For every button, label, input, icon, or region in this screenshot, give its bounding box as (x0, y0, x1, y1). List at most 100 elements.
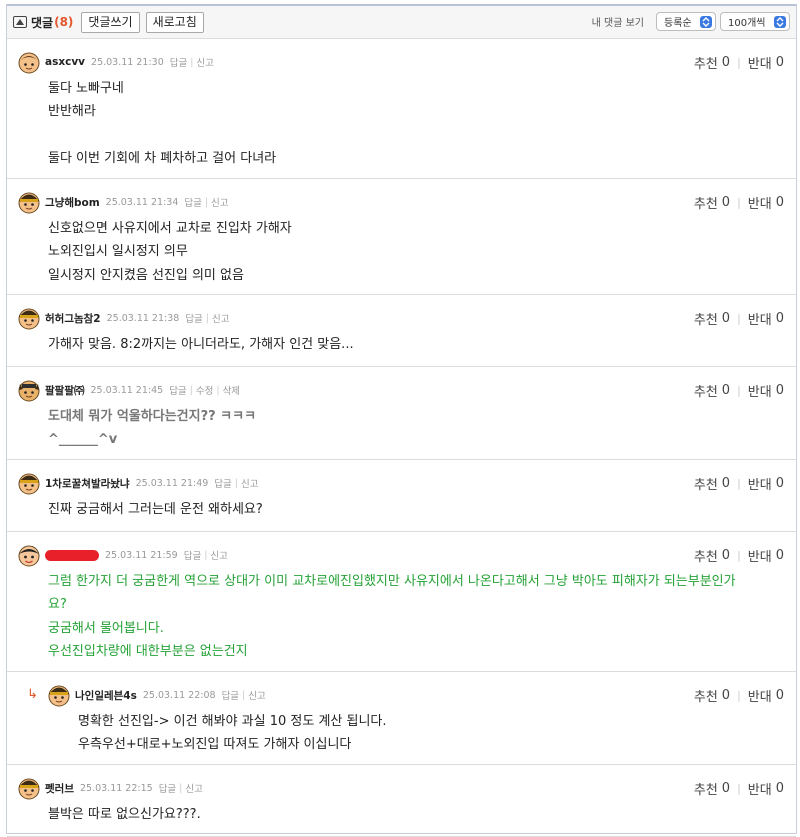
comment-text-line: 반반해라 (48, 104, 96, 120)
vote-box: 추천 0 | 반대 0 (694, 309, 784, 328)
downvote-button[interactable]: 반대 (748, 381, 772, 400)
comment-nickname[interactable]: 펫러브 (45, 781, 74, 796)
comment-header: 허허그놈참2 25.03.11 21:38 답글 | 신고 (17, 306, 229, 330)
comment-header: 나인일레븐4s 25.03.11 22:08 답글 | 신고 (47, 683, 266, 707)
comment-nickname[interactable]: asxcvv (45, 56, 85, 68)
avatar[interactable] (17, 306, 41, 330)
comment-meta: 25.03.11 22:15 답글 | 신고 (79, 781, 203, 796)
downvote-button[interactable]: 반대 (748, 193, 772, 212)
comment-meta: 25.03.11 21:59 답글 | 신고 (105, 548, 228, 563)
write-comment-button[interactable]: 댓글쓰기 (81, 11, 140, 33)
avatar[interactable] (17, 543, 41, 567)
comment-body: 둘다 노빠구네 반반해라 둘다 이번 기회에 차 폐차하고 걸어 다녀라 (48, 77, 276, 171)
sort-select[interactable]: 등록순 (656, 12, 716, 31)
comment-item: 25.03.11 21:59 답글 | 신고 추천 0 | 반대 0 그럼 한가지 더 궁굼한게 … (7, 532, 796, 672)
vote-box: 추천 0 | 반대 0 (694, 193, 784, 212)
downvote-count: 0 (775, 476, 784, 491)
downvote-button[interactable]: 반대 (748, 474, 772, 493)
comment-text-line: 궁굼해서 물어봅니다. (48, 620, 164, 636)
comment-meta: 25.03.11 21:38 답글 | 신고 (107, 311, 230, 326)
comment-body: 진짜 궁금해서 그러는데 운전 왜하세요? (48, 498, 263, 521)
comment-action-1[interactable]: 신고 (248, 688, 265, 702)
comment-action-0[interactable]: 답글 (214, 476, 231, 490)
comment-meta: 25.03.11 21:49 답글 | 신고 (136, 476, 259, 491)
comment-action-0[interactable]: 답글 (184, 548, 201, 562)
select-arrows-icon (700, 15, 712, 28)
avatar[interactable] (17, 378, 41, 402)
upvote-button[interactable]: 추천 (694, 193, 718, 212)
comment-action-0[interactable]: 답글 (170, 55, 187, 69)
comment-text-line: 요? (48, 597, 67, 613)
comment-action-0[interactable]: 답글 (222, 688, 239, 702)
refresh-button[interactable]: 새로고침 (145, 11, 204, 33)
downvote-button[interactable]: 반대 (748, 546, 772, 565)
comment-text-line: 둘다 노빠구네 (48, 81, 124, 96)
comment-action-1[interactable]: 신고 (185, 781, 202, 795)
comment-nickname[interactable]: 팔팔팔㈜ (45, 383, 84, 398)
comment-action-2[interactable]: 삭제 (223, 383, 240, 397)
vote-box: 추천 0 | 반대 0 (694, 53, 784, 72)
comment-text-line: 진짜 궁금해서 그러는데 운전 왜하세요? (48, 502, 263, 517)
comment-meta: 25.03.11 21:34 답글 | 신고 (105, 195, 229, 210)
comment-nickname[interactable]: 그냥해bom (45, 195, 100, 210)
upvote-button[interactable]: 추천 (694, 474, 718, 493)
comment-item: asxcvv 25.03.11 21:30 답글 | 신고 추천 0 | 반대 0 둘다 노빠구네 반… (7, 39, 796, 179)
divider: | (204, 196, 209, 208)
comment-header: 팔팔팔㈜ 25.03.11 21:45 답글 | 수정 | 삭제 (17, 378, 240, 402)
comment-title: 댓글 (31, 15, 54, 30)
avatar[interactable] (47, 683, 71, 707)
comment-action-1[interactable]: 수정 (196, 383, 213, 397)
comment-action-1[interactable]: 신고 (196, 55, 213, 69)
comment-date: 25.03.11 21:34 (105, 196, 179, 208)
avatar[interactable] (17, 190, 41, 214)
comment-count: (8) (54, 15, 74, 29)
comment-action-1[interactable]: 신고 (211, 195, 228, 209)
comment-date: 25.03.11 21:30 (91, 56, 164, 68)
comment-action-0[interactable]: 답글 (169, 383, 186, 397)
upvote-button[interactable]: 추천 (694, 779, 718, 798)
comment-action-1[interactable]: 신고 (241, 476, 258, 490)
divider: | (737, 56, 741, 69)
comment-body: 가해자 맞음. 8:2까지는 아니더라도, 가해자 인건 맞음... (48, 333, 354, 356)
comment-nickname[interactable]: 허허그놈참2 (45, 311, 101, 326)
comment-action-1[interactable]: 신고 (210, 548, 227, 562)
comment-action-0[interactable]: 답글 (159, 781, 176, 795)
downvote-button[interactable]: 반대 (748, 779, 772, 798)
upvote-button[interactable]: 추천 (694, 546, 718, 565)
comment-meta: 25.03.11 21:45 답글 | 수정 | 삭제 (90, 383, 240, 398)
reply-arrow-icon: ↳ (27, 687, 38, 702)
downvote-button[interactable]: 반대 (748, 686, 772, 705)
per-page-select[interactable]: 100개씩 (720, 12, 790, 31)
upvote-button[interactable]: 추천 (694, 309, 718, 328)
my-comments-link[interactable]: 내 댓글 보기 (592, 14, 644, 29)
toolbar-right: 내 댓글 보기 등록순 100개씩 (592, 12, 790, 31)
comment-action-1[interactable]: 신고 (212, 311, 229, 325)
comment-date: 25.03.11 22:15 (79, 782, 153, 794)
collapse-icon[interactable] (13, 16, 27, 28)
sort-select-value: 등록순 (664, 18, 692, 29)
divider: | (204, 549, 208, 561)
divider: | (216, 384, 220, 396)
downvote-button[interactable]: 반대 (748, 309, 772, 328)
comment-nickname[interactable]: 1차로꿀쳐발라놨냐 (45, 476, 130, 491)
avatar[interactable] (17, 50, 41, 74)
avatar[interactable] (17, 776, 41, 800)
upvote-button[interactable]: 추천 (694, 53, 718, 72)
upvote-button[interactable]: 추천 (694, 381, 718, 400)
divider: | (737, 384, 741, 397)
vote-box: 추천 0 | 반대 0 (694, 546, 784, 565)
comment-action-0[interactable]: 답글 (185, 311, 202, 325)
comment-nickname[interactable]: 나인일레븐4s (75, 688, 137, 703)
comment-text-line: 우측우선+대로+노외진입 따져도 가해자 이십니다 (78, 737, 352, 753)
avatar[interactable] (17, 471, 41, 495)
divider: | (737, 549, 741, 562)
divider: | (190, 56, 194, 68)
upvote-button[interactable]: 추천 (694, 686, 718, 705)
comment-text-line: 가해자 맞음. 8:2까지는 아니더라도, 가해자 인건 맞음... (48, 337, 354, 352)
downvote-button[interactable]: 반대 (748, 53, 772, 72)
comment-item: 허허그놈참2 25.03.11 21:38 답글 | 신고 추천 0 | 반대 0 가해자 맞음. … (7, 295, 796, 367)
comment-action-0[interactable]: 답글 (184, 195, 201, 209)
comment-text-line (48, 124, 276, 147)
comment-item: ↳ 나인일레븐4s 25.03.11 22:08 답글 | 신고 추천 0 | 반대 0 명확한 선진… (7, 672, 796, 765)
redacted-nickname (45, 549, 99, 561)
